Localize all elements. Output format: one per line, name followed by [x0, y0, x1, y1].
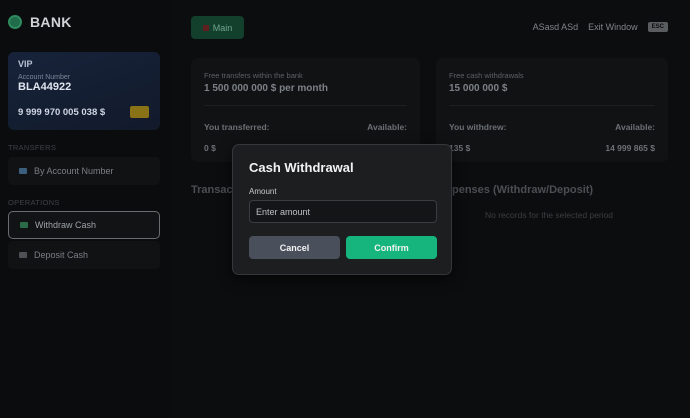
card-balance: 9 999 970 005 038 $	[18, 107, 106, 118]
confirm-button[interactable]: Confirm	[346, 236, 437, 259]
card-chip-icon	[130, 106, 149, 118]
panel-right-label: Available:	[367, 122, 407, 132]
sidebar-item-label: Deposit Cash	[34, 250, 89, 260]
withdrawals-limit-panel: Free cash withdrawals 15 000 000 $ You w…	[436, 58, 668, 162]
brand-name: BANK	[30, 14, 72, 30]
amount-input[interactable]	[249, 200, 437, 223]
brand: BANK	[8, 14, 72, 30]
amount-label: Amount	[249, 187, 277, 196]
panel-title: Free transfers within the bank	[204, 71, 303, 80]
sidebar-item-by-account-number[interactable]: By Account Number	[8, 157, 160, 185]
expenses-title: penses (Withdraw/Deposit)	[452, 184, 594, 196]
panel-left-value: 0 $	[204, 143, 216, 153]
cash-icon	[20, 222, 28, 228]
panel-left-value: 135 $	[449, 143, 471, 153]
account-number-label: Account Number	[18, 74, 71, 81]
sidebar-item-label: Withdraw Cash	[35, 220, 97, 230]
cancel-button[interactable]: Cancel	[249, 236, 340, 259]
account-number: BLA44922	[18, 81, 72, 93]
panel-left-label: You withdrew:	[449, 122, 507, 132]
transfers-section-title: TRANSFERS	[8, 143, 57, 152]
card-icon	[19, 168, 27, 174]
deposit-icon	[19, 252, 27, 258]
divider	[204, 105, 407, 106]
home-icon	[202, 24, 209, 31]
esc-key-badge: ESC	[647, 22, 668, 32]
panel-right-label: Available:	[615, 122, 655, 132]
sidebar: BANK VIP Account Number BLA44922 9 999 9…	[0, 0, 170, 418]
main-button-label: Main	[212, 22, 233, 33]
card-tier: VIP	[18, 59, 33, 69]
user-name: ASasd ASd	[532, 22, 579, 32]
bank-logo-icon	[8, 15, 22, 29]
divider	[449, 105, 655, 106]
panel-right-value: 14 999 865 $	[605, 143, 655, 153]
transactions-title: Transact	[191, 184, 237, 196]
sidebar-item-label: By Account Number	[34, 166, 114, 176]
panel-left-label: You transferred:	[204, 122, 270, 132]
panel-value: 1 500 000 000 $ per month	[204, 83, 328, 94]
sidebar-item-withdraw-cash[interactable]: Withdraw Cash	[8, 211, 160, 239]
operations-section-title: OPERATIONS	[8, 198, 60, 207]
panel-title: Free cash withdrawals	[449, 71, 524, 80]
cash-withdrawal-dialog: Cash Withdrawal Amount Cancel Confirm	[232, 144, 452, 275]
sidebar-item-deposit-cash[interactable]: Deposit Cash	[8, 241, 160, 269]
dialog-title: Cash Withdrawal	[249, 160, 354, 175]
account-card: VIP Account Number BLA44922 9 999 970 00…	[8, 52, 160, 130]
exit-window-button[interactable]: Exit Window	[588, 22, 638, 32]
panel-value: 15 000 000 $	[449, 83, 508, 94]
header-right: ASasd ASd Exit Window ESC	[533, 22, 668, 32]
main-button[interactable]: Main	[191, 16, 244, 39]
no-records-message: No records for the selected period	[485, 210, 614, 220]
